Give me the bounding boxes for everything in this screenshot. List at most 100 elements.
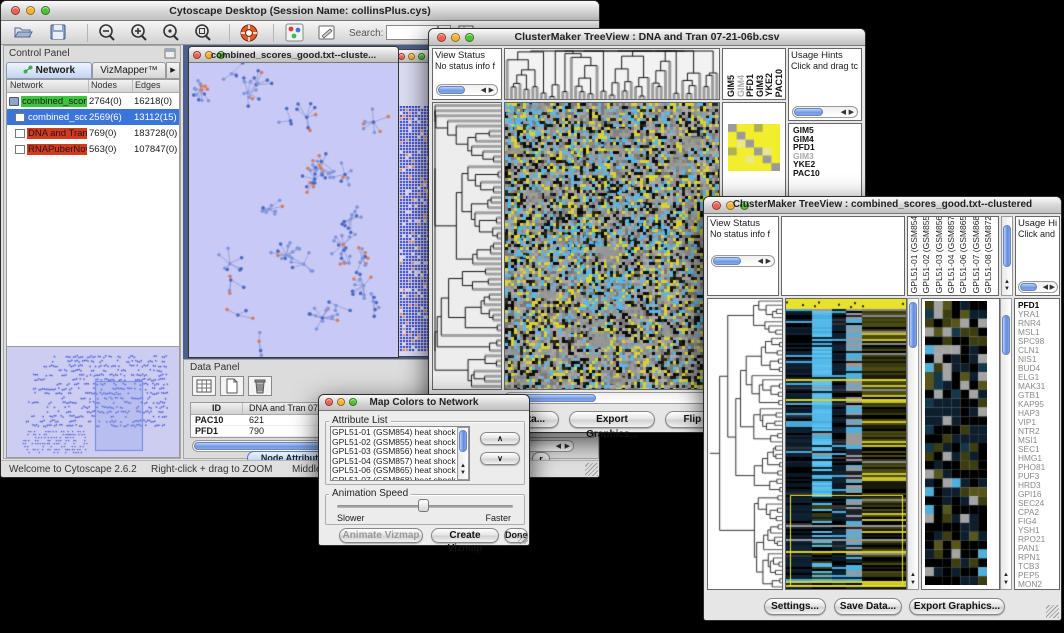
scroll-left-arrow[interactable]: ◀	[1043, 283, 1048, 292]
move-up-button[interactable]: ∧	[480, 432, 520, 445]
tv2-status-scrollbar[interactable]: ◀▶	[711, 255, 775, 267]
open-icon[interactable]	[13, 23, 33, 41]
attribute-listbox[interactable]: GPL51-01 (GSM854) heat shock 05 minGPL51…	[330, 426, 470, 481]
network-overview-panel[interactable]	[6, 346, 180, 458]
tv2-collabel-scrollbar[interactable]: ▲ ▼	[1001, 216, 1013, 296]
network-row[interactable]: combined_sco2569(6)13112(15)	[7, 109, 179, 125]
scroll-up-arrow[interactable]: ▲	[1004, 279, 1010, 286]
scroll-right-arrow[interactable]: ▶	[766, 257, 771, 266]
scroll-right-arrow[interactable]: ▶	[565, 442, 570, 451]
tv1-column-label[interactable]: PAC10	[775, 69, 784, 97]
tv2-column-label[interactable]: GPL51-01 (GSM854)	[910, 216, 919, 293]
col-header-nodes[interactable]: Nodes	[89, 80, 133, 92]
tv2-row-dendrogram[interactable]	[707, 298, 783, 590]
zoom-fit-icon[interactable]	[193, 23, 213, 43]
resize-grip[interactable]	[1046, 605, 1059, 618]
tv1-column-label[interactable]: YKE2	[765, 73, 774, 97]
network-view-titlebar[interactable]: combined_scores_good.txt--cluste...	[189, 47, 398, 63]
main-titlebar[interactable]: Cytoscape Desktop (Session Name: collins…	[1, 1, 599, 21]
tv2-column-label[interactable]: GPL51-04 (GSM857)	[947, 216, 956, 293]
thumb[interactable]	[794, 108, 823, 116]
vizmapper-nodes-icon[interactable]	[285, 23, 305, 43]
move-down-button[interactable]: ∨	[480, 452, 520, 465]
tv2-settings-button[interactable]: Settings...	[764, 598, 826, 615]
zoom-button[interactable]	[418, 53, 425, 60]
scroll-left-arrow[interactable]: ◀	[841, 108, 846, 117]
col-header-network[interactable]: Network	[7, 80, 89, 92]
scroll-left-arrow[interactable]: ◀	[481, 86, 486, 95]
thumb[interactable]	[459, 430, 467, 452]
tv2-zoom-vscrollbar[interactable]: ▲ ▼	[1000, 298, 1012, 590]
scroll-right-arrow[interactable]: ▶	[489, 86, 494, 95]
tv2-heatmap-vscrollbar[interactable]: ▲ ▼	[907, 298, 919, 590]
help-lifering-icon[interactable]	[239, 23, 259, 43]
minimize-button[interactable]	[408, 53, 415, 60]
tv2-column-label[interactable]: GPL51-08 (GSM872)	[984, 216, 993, 293]
tv2-hints-scrollbar[interactable]: ◀▶	[1018, 281, 1058, 293]
create-vizmap-button[interactable]: Create Vizmap	[431, 528, 499, 543]
tv2-export-graphics-button[interactable]: Export Graphics...	[909, 598, 1005, 615]
tv2-heatmap[interactable]	[785, 298, 907, 590]
thumb[interactable]	[438, 86, 465, 94]
tv1-status-scrollbar[interactable]: ◀▶	[436, 84, 498, 96]
thumb[interactable]	[713, 257, 741, 265]
scroll-down-arrow[interactable]: ▼	[1004, 286, 1010, 293]
network-view-window[interactable]: combined_scores_good.txt--cluste...	[188, 46, 399, 358]
tv1-export-graphics-button[interactable]: Export Graphics...	[569, 411, 655, 428]
tab-network[interactable]: Network	[6, 62, 92, 79]
scroll-down-arrow[interactable]: ▼	[910, 580, 916, 587]
scroll-up-arrow[interactable]: ▲	[910, 572, 916, 579]
tv1-row-dendrogram[interactable]	[432, 102, 502, 390]
zoom-in-icon[interactable]	[129, 23, 149, 43]
slider-thumb[interactable]	[418, 499, 429, 512]
tv2-zoom-heatmap[interactable]	[925, 301, 987, 585]
thumb[interactable]	[1002, 315, 1010, 355]
tv1-column-label[interactable]: GIM5	[727, 75, 736, 97]
save-icon[interactable]	[49, 23, 67, 41]
animate-vizmap-button[interactable]: Animate Vizmap	[339, 528, 423, 543]
resize-grip[interactable]	[518, 534, 528, 544]
tv2-row-label[interactable]: MON2	[1018, 580, 1045, 589]
attribute-list-item[interactable]: GPL51-07 (GSM868) heat shock 60 min	[332, 476, 456, 482]
tv1-heatmap[interactable]	[504, 102, 720, 390]
tab-vizmapper[interactable]: VizMapper™	[92, 62, 166, 79]
network-row[interactable]: DNA and Tran 07769(0)183728(0)	[7, 125, 179, 141]
network-row[interactable]: RNAPuberNov2+|563(0)107847(0)	[7, 141, 179, 157]
scroll-up-arrow[interactable]: ▲	[1003, 572, 1009, 579]
new-attribute-button[interactable]	[220, 376, 244, 396]
scroll-right-arrow[interactable]: ▶	[1050, 283, 1055, 292]
tv1-hscrollbar[interactable]: ◀▶	[504, 392, 720, 404]
dialog-titlebar[interactable]: Map Colors to Network	[319, 395, 529, 411]
thumb[interactable]	[1003, 225, 1011, 267]
delete-attribute-button[interactable]	[248, 376, 272, 396]
zoom-out-icon[interactable]	[97, 23, 117, 43]
tv1-zoom-heatmap[interactable]	[728, 124, 780, 171]
scroll-right-arrow[interactable]: ▶	[849, 108, 854, 117]
tv2-column-label[interactable]: GPL51-07 (GSM868)	[972, 216, 981, 293]
tab-overflow-button[interactable]: ▶	[166, 62, 180, 79]
thumb[interactable]	[1020, 283, 1037, 291]
float-panel-icon[interactable]	[164, 48, 176, 59]
annotation-icon[interactable]	[317, 23, 337, 43]
scroll-left-arrow[interactable]: ◀	[758, 257, 763, 266]
scroll-down-arrow[interactable]: ▼	[460, 470, 466, 477]
resize-grip[interactable]	[585, 463, 598, 476]
network-graph-canvas[interactable]	[189, 63, 398, 357]
thumb[interactable]	[909, 302, 917, 348]
attribute-list-scrollbar[interactable]: ▲ ▼	[457, 427, 469, 480]
network-row[interactable]: combined_scores2764(0)16218(0)	[7, 93, 179, 109]
col-header-edges[interactable]: Edges	[133, 80, 161, 92]
tv2-column-label[interactable]: GPL51-02 (GSM855)	[922, 216, 931, 293]
treeview1-titlebar[interactable]: ClusterMaker TreeView : DNA and Tran 07-…	[429, 29, 865, 46]
scroll-down-arrow[interactable]: ▼	[1003, 580, 1009, 587]
close-button[interactable]	[398, 53, 405, 60]
tv2-column-label[interactable]: GPL51-06 (GSM865)	[959, 216, 968, 293]
tv2-save-data-button[interactable]: Save Data...	[834, 598, 902, 615]
table-mode-button[interactable]	[192, 376, 216, 396]
tv1-row-label[interactable]: PAC10	[793, 169, 820, 178]
tv2-column-dendrogram[interactable]	[781, 216, 905, 296]
treeview2-titlebar[interactable]: ClusterMaker TreeView : combined_scores_…	[704, 197, 1061, 214]
tv1-hints-scrollbar[interactable]: ◀▶	[792, 106, 858, 118]
tv1-column-label[interactable]: PFD1	[746, 74, 755, 97]
zoom-selected-icon[interactable]	[161, 23, 181, 43]
